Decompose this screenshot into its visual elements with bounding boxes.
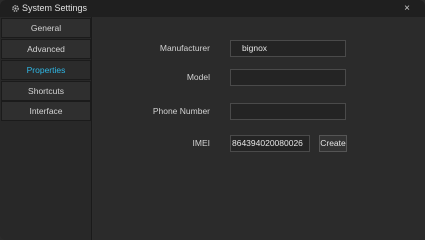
title-bar[interactable]: System Settings ×: [0, 0, 425, 17]
settings-window: System Settings × General Advanced Prope…: [0, 0, 425, 240]
window-title: System Settings: [22, 3, 88, 13]
sidebar-item-label: Advanced: [27, 44, 65, 54]
create-button-label: Create: [320, 138, 346, 148]
gear-icon: [11, 4, 20, 13]
sidebar-item-label: Shortcuts: [28, 86, 64, 96]
imei-value: 864394020080026: [232, 138, 303, 148]
sidebar-item-general[interactable]: General: [1, 18, 91, 38]
sidebar-item-shortcuts[interactable]: Shortcuts: [1, 81, 91, 101]
sidebar-item-label: Interface: [29, 106, 63, 116]
sidebar-item-label: General: [30, 23, 62, 33]
manufacturer-label: Manufacturer: [159, 43, 210, 53]
phone-number-field[interactable]: [230, 103, 346, 120]
model-label: Model: [186, 72, 210, 82]
model-field[interactable]: [230, 69, 346, 86]
settings-sidebar: General Advanced Properties Shortcuts In…: [0, 17, 92, 240]
sidebar-item-label: Properties: [26, 65, 66, 75]
manufacturer-value: bignox: [242, 43, 268, 53]
sidebar-item-interface[interactable]: Interface: [1, 101, 91, 121]
properties-panel: Manufacturer bignox Model Phone Number I…: [93, 17, 425, 240]
phone-number-label: Phone Number: [152, 106, 210, 116]
sidebar-item-properties[interactable]: Properties: [1, 60, 91, 80]
manufacturer-field[interactable]: bignox: [230, 40, 346, 57]
imei-label: IMEI: [192, 138, 210, 148]
imei-field[interactable]: 864394020080026: [230, 135, 310, 152]
close-button[interactable]: ×: [401, 3, 413, 15]
create-imei-button[interactable]: Create: [319, 135, 347, 152]
sidebar-item-advanced[interactable]: Advanced: [1, 39, 91, 59]
